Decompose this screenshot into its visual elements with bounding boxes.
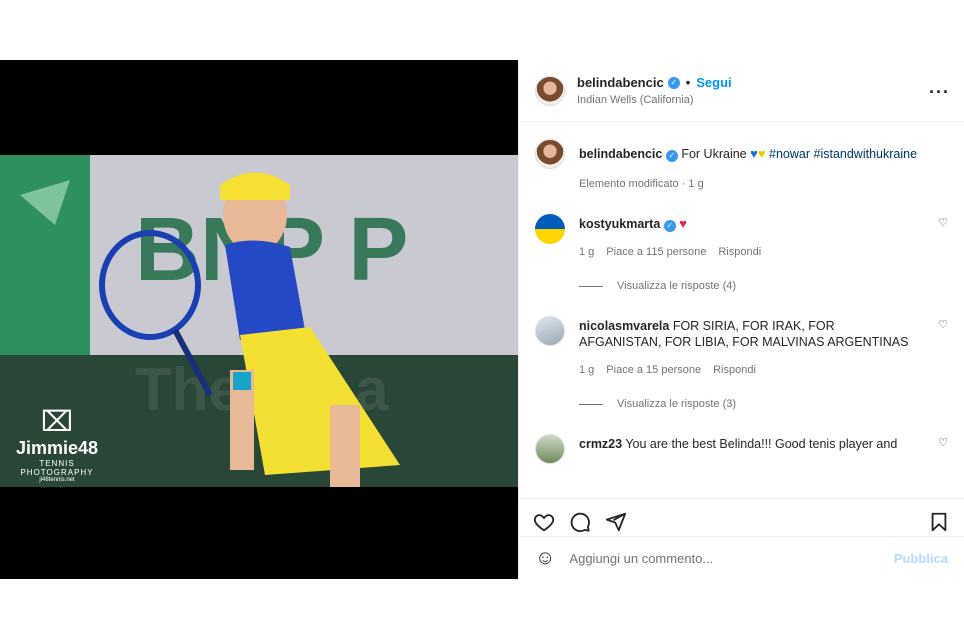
like-heart-icon[interactable] (533, 511, 555, 533)
view-replies-button[interactable]: Visualizza le risposte (3) (579, 396, 919, 412)
comment-username[interactable]: nicolasmvarela (579, 319, 669, 333)
view-replies-button[interactable]: Visualizza le risposte (4) (579, 278, 919, 294)
like-comment-heart-icon[interactable]: ♡ (938, 318, 948, 331)
caption-hashtags[interactable]: #nowar #istandwithukraine (769, 147, 917, 161)
comment-input[interactable]: Aggiungi un commento... (569, 551, 893, 566)
author-username[interactable]: belindabencic (577, 75, 664, 90)
comment-item: nicolasmvarela FOR SIRIA, FOR IRAK, FOR … (535, 316, 948, 412)
verified-badge-icon: ✓ (665, 150, 678, 162)
reply-button[interactable]: Rispondi (713, 362, 756, 378)
camera-logo-icon: ⌧ (40, 406, 74, 437)
separator-dot: • (685, 75, 691, 90)
watermark-name: Jimmie48 (15, 438, 99, 458)
comment-likes[interactable]: Piace a 115 persone (606, 244, 706, 260)
comment-text: You are the best Belinda!!! Good tenis p… (625, 437, 898, 451)
like-comment-heart-icon[interactable]: ♡ (938, 436, 948, 449)
caption: belindabencic ✓ For Ukraine ♥♥ #nowar #i… (535, 139, 948, 192)
comment-item: kostyukmarta ✓ ♥ 1 g Piace a 115 persone… (535, 214, 948, 294)
view-replies-label: Visualizza le risposte (4) (617, 280, 737, 292)
post-header: belindabencic ✓ • Segui Indian Wells (Ca… (519, 60, 964, 122)
caption-text: For Ukraine (681, 147, 747, 161)
watermark-tagline: TENNIS PHOTOGRAPHY (20, 459, 94, 477)
like-comment-heart-icon[interactable]: ♡ (938, 216, 948, 229)
author-avatar[interactable] (535, 75, 565, 106)
commenter-avatar[interactable] (535, 434, 565, 464)
commenter-avatar[interactable] (535, 316, 565, 346)
post-panel: belindabencic ✓ • Segui Indian Wells (Ca… (518, 60, 964, 579)
caption-avatar[interactable] (535, 139, 565, 169)
publish-button[interactable]: Pubblica (894, 551, 948, 566)
comment-likes[interactable]: Piace a 15 persone (606, 362, 701, 378)
follow-button[interactable]: Segui (696, 75, 731, 90)
blue-heart-icon: ♥ (750, 146, 758, 161)
watermark-site: jl48tennis.net (39, 477, 75, 483)
comment-item: crmz23 You are the best Belinda!!! Good … (535, 434, 948, 464)
comment-time[interactable]: 1 g (579, 244, 594, 260)
replies-divider (579, 285, 603, 287)
comments-list[interactable]: belindabencic ✓ For Ukraine ♥♥ #nowar #i… (519, 123, 964, 497)
verified-badge-icon: ✓ (663, 220, 676, 232)
comment-username[interactable]: crmz23 (579, 437, 622, 451)
comment-bubble-icon[interactable] (569, 511, 591, 533)
yellow-heart-icon: ♥ (757, 146, 766, 161)
more-options-icon[interactable]: ··· (929, 82, 950, 103)
share-send-icon[interactable] (605, 511, 627, 533)
emoji-smile-icon[interactable]: ☺ (535, 547, 555, 570)
caption-meta: Elemento modificato · 1 g (579, 178, 704, 190)
commenter-avatar[interactable] (535, 214, 565, 244)
replies-divider (579, 403, 603, 405)
reply-button[interactable]: Rispondi (718, 244, 761, 260)
comment-time[interactable]: 1 g (579, 362, 594, 378)
photo-watermark: ⌧ Jimmie48 TENNIS PHOTOGRAPHY jl48tennis… (2, 405, 112, 483)
caption-username[interactable]: belindabencic (579, 147, 662, 161)
red-heart-icon: ♥ (679, 216, 687, 231)
view-replies-label: Visualizza le risposte (3) (617, 398, 737, 410)
post-location[interactable]: Indian Wells (California) (577, 94, 732, 106)
post-photo[interactable]: BNP P The for a ⌧ Jimmie48 TENNIS PHOTOG… (0, 155, 518, 487)
save-bookmark-icon[interactable] (928, 511, 950, 533)
verified-badge-icon: ✓ (667, 76, 680, 89)
post-media: BNP P The for a ⌧ Jimmie48 TENNIS PHOTOG… (0, 60, 518, 579)
comment-username[interactable]: kostyukmarta (579, 217, 660, 231)
add-comment-bar: ☺ Aggiungi un commento... Pubblica (519, 536, 964, 579)
post-dialog: BNP P The for a ⌧ Jimmie48 TENNIS PHOTOG… (0, 60, 964, 579)
